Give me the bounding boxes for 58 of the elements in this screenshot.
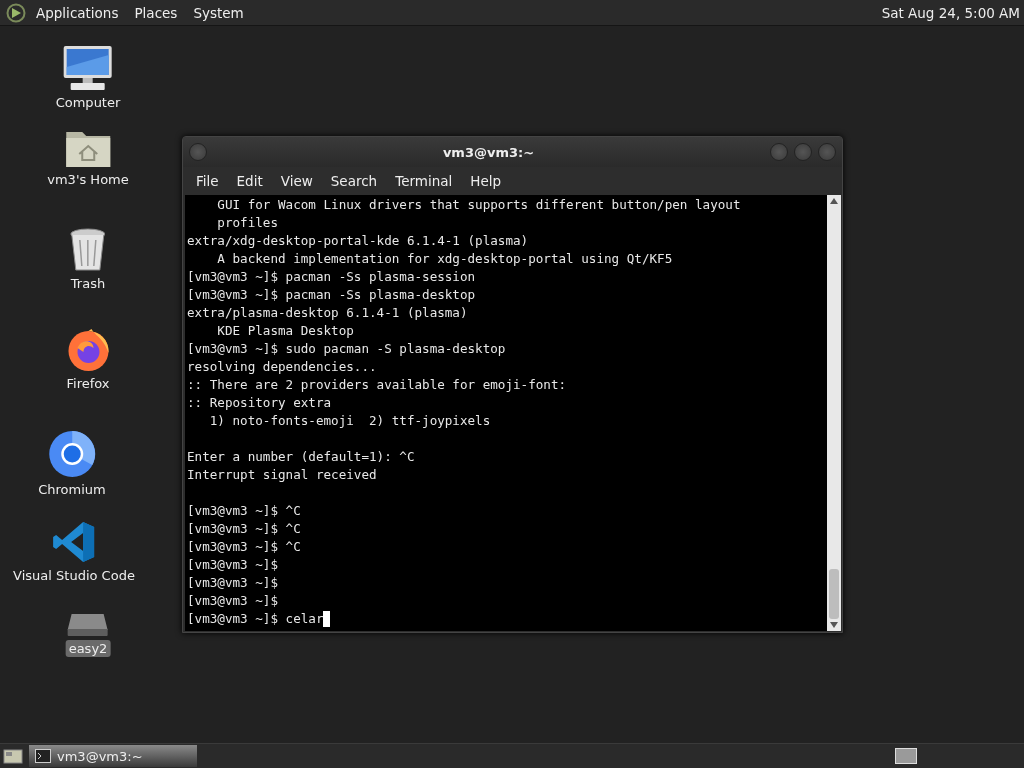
- menu-item[interactable]: Edit: [227, 171, 272, 191]
- terminal-line: [vm3@vm3 ~]$ celar: [187, 610, 324, 628]
- desktop-icon-label[interactable]: Computer: [52, 94, 124, 111]
- workspace-switcher[interactable]: [895, 748, 917, 764]
- terminal-line: [vm3@vm3 ~]$: [187, 574, 278, 592]
- terminal-line: profiles: [216, 214, 278, 232]
- terminal-line: resolving dependencies...: [187, 358, 377, 376]
- desktop-icon-label[interactable]: Visual Studio Code: [10, 567, 138, 584]
- show-desktop-icon[interactable]: [3, 748, 23, 764]
- terminal-line: [vm3@vm3 ~]$ sudo pacman -S plasma-desktop: [187, 340, 506, 358]
- scrollbar-thumb[interactable]: [829, 569, 839, 619]
- terminal-line: [vm3@vm3 ~]$: [187, 556, 278, 574]
- drive-icon: [66, 613, 110, 637]
- terminal-line: [vm3@vm3 ~]$ ^C: [187, 538, 301, 556]
- maximize-button[interactable]: [794, 143, 812, 161]
- terminal-line: Interrupt signal received: [187, 466, 377, 484]
- clock[interactable]: Sat Aug 24, 5:00 AM: [881, 4, 1020, 21]
- scroll-down-icon[interactable]: [830, 622, 838, 628]
- terminal-line: [vm3@vm3 ~]$ ^C: [187, 520, 301, 538]
- close-button[interactable]: [818, 143, 836, 161]
- chromium-icon: [48, 430, 96, 478]
- terminal-line: KDE Plasma Desktop: [216, 322, 354, 340]
- terminal-line: GUI for Wacom Linux drivers that supports different button/pen layout: [216, 196, 741, 214]
- trash-icon: [69, 228, 107, 272]
- desktop-icon-label[interactable]: Firefox: [63, 375, 113, 392]
- terminal-line: :: There are 2 providers available for emoji-font:: [187, 376, 567, 394]
- terminal-line: [vm3@vm3 ~]$ pacman -Ss plasma-session: [187, 268, 476, 286]
- terminal-line: [vm3@vm3 ~]$ pacman -Ss plasma-desktop: [187, 286, 476, 304]
- monitor-icon: [63, 45, 113, 91]
- window-menu-button[interactable]: [189, 143, 207, 161]
- desktop-icon-label[interactable]: Trash: [67, 275, 109, 292]
- scroll-up-icon[interactable]: [830, 198, 838, 204]
- terminal-line: extra/xdg-desktop-portal-kde 6.1.4-1 (plasma): [187, 232, 529, 250]
- taskbar-button[interactable]: vm3@vm3:~: [29, 745, 197, 767]
- desktop-icon-label[interactable]: vm3's Home: [44, 171, 132, 188]
- menu-item[interactable]: Search: [321, 171, 387, 191]
- panel-menu[interactable]: System: [187, 2, 250, 23]
- terminal-line: 1) noto-fonts-emoji 2) ttf-joypixels: [208, 412, 491, 430]
- scrollbar[interactable]: [827, 195, 841, 631]
- terminal-line: [vm3@vm3 ~]$ ^C: [187, 502, 301, 520]
- panel-menu[interactable]: Places: [128, 2, 184, 23]
- menu-item[interactable]: File: [187, 171, 228, 191]
- terminal-line: Enter a number (default=1): ^C: [187, 448, 415, 466]
- terminal-line: [vm3@vm3 ~]$: [187, 592, 278, 610]
- code-editor-icon: [52, 520, 96, 564]
- desktop-icon-label[interactable]: easy2: [65, 640, 111, 657]
- terminal-line: A backend implementation for xdg-desktop-portal using Qt/KF5: [216, 250, 673, 268]
- menu-item[interactable]: Help: [461, 171, 511, 191]
- panel-menu[interactable]: Applications: [30, 2, 125, 23]
- minimize-button[interactable]: [770, 143, 788, 161]
- window-title: vm3@vm3:~: [441, 144, 536, 160]
- terminal-icon: [35, 749, 51, 763]
- desktop-icon-label[interactable]: Chromium: [35, 481, 109, 498]
- menu-item[interactable]: Terminal: [386, 171, 462, 191]
- terminal-line: extra/plasma-desktop 6.1.4-1 (plasma): [187, 304, 468, 322]
- terminal-line: :: Repository extra: [187, 394, 332, 412]
- menu-item[interactable]: View: [271, 171, 322, 191]
- distro-logo-icon[interactable]: [6, 2, 26, 23]
